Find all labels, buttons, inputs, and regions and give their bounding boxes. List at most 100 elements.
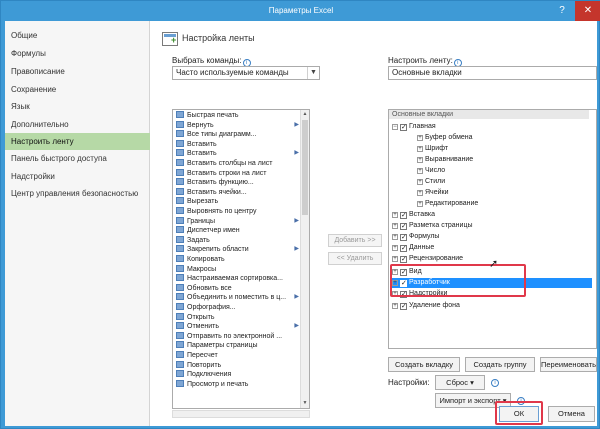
tree-node[interactable]: + ✓ Формулы: [392, 232, 592, 242]
list-item[interactable]: Открыть: [173, 312, 301, 322]
list-item[interactable]: Задать: [173, 235, 301, 245]
list-item[interactable]: Отменить ▶: [173, 322, 301, 331]
list-item[interactable]: Обновить все: [173, 283, 301, 293]
tree-node[interactable]: + ✓ Удаление фона: [392, 301, 592, 311]
chevron-down-icon[interactable]: ▼: [307, 67, 319, 79]
ok-button[interactable]: ОК: [499, 406, 539, 422]
tree-node[interactable]: + Буфер обмена: [417, 133, 592, 143]
list-item[interactable]: Просмотр и печать: [173, 379, 301, 389]
tree-node[interactable]: + Выравнивание: [417, 155, 592, 165]
list-item[interactable]: Вставить функцию...: [173, 178, 301, 187]
tree-node[interactable]: + Редактирование: [417, 199, 592, 209]
expand-icon[interactable]: +: [392, 245, 398, 251]
remove-button[interactable]: << Удалить: [328, 252, 382, 265]
tab-checkbox[interactable]: ✓: [400, 303, 407, 310]
list-item[interactable]: Параметры страницы: [173, 341, 301, 350]
nav-item[interactable]: Правописание: [5, 63, 150, 80]
list-item[interactable]: Быстрая печать: [173, 111, 301, 120]
tree-node[interactable]: + ✓ Вставка: [392, 210, 592, 220]
commands-scrollbar[interactable]: ▲ ▼: [300, 110, 309, 408]
list-item[interactable]: Выровнять по центру: [173, 207, 301, 216]
tab-checkbox[interactable]: ✓: [400, 256, 407, 263]
cancel-button[interactable]: Отмена: [548, 406, 595, 422]
customize-ribbon-panel: Настройка ленты Выбрать команды:i Часто …: [150, 21, 597, 426]
expand-icon[interactable]: +: [392, 303, 398, 309]
list-item[interactable]: Вставить ▶: [173, 149, 301, 158]
close-icon[interactable]: ✕: [575, 1, 600, 21]
list-item[interactable]: Настраиваемая сортировка...: [173, 274, 301, 283]
nav-item[interactable]: Общие: [5, 27, 150, 44]
list-item[interactable]: Вставить строки на лист: [173, 168, 301, 178]
list-item[interactable]: Вставить столбцы на лист: [173, 159, 301, 168]
expand-icon[interactable]: +: [417, 157, 423, 163]
nav-item[interactable]: Язык: [5, 98, 150, 115]
list-item[interactable]: Вставить: [173, 139, 301, 149]
tree-node[interactable]: − ✓ Главная: [392, 122, 592, 132]
list-item[interactable]: Вернуть ▶: [173, 120, 301, 130]
expand-icon[interactable]: +: [392, 212, 398, 218]
customize-ribbon-select[interactable]: Основные вкладки: [388, 66, 597, 80]
list-item[interactable]: Границы ▶: [173, 216, 301, 226]
choose-commands-select[interactable]: Часто используемые команды ▼: [172, 66, 320, 80]
settings-label: Настройки:: [388, 378, 430, 387]
list-item[interactable]: Все типы диаграмм...: [173, 130, 301, 139]
tab-checkbox[interactable]: ✓: [400, 245, 407, 252]
tab-checkbox[interactable]: ✓: [400, 223, 407, 230]
scroll-up-icon[interactable]: ▲: [301, 110, 309, 119]
collapse-icon[interactable]: −: [392, 124, 398, 130]
list-item[interactable]: Пересчет: [173, 351, 301, 360]
expand-icon[interactable]: +: [392, 223, 398, 229]
list-item[interactable]: Подключения: [173, 370, 301, 379]
list-item[interactable]: Повторить: [173, 360, 301, 370]
tree-node[interactable]: + Шрифт: [417, 144, 592, 154]
tree-node[interactable]: + Число: [417, 166, 592, 176]
scroll-down-icon[interactable]: ▼: [301, 399, 309, 408]
nav-item[interactable]: Панель быстрого доступа: [5, 150, 150, 167]
nav-item[interactable]: Надстройки: [5, 168, 150, 185]
list-item[interactable]: Орфография...: [173, 303, 301, 312]
tab-checkbox[interactable]: ✓: [400, 234, 407, 241]
ribbon-tree[interactable]: Основные вкладки − ✓ Главная + Буфер обмена +…: [388, 109, 597, 349]
list-item[interactable]: Отправить по электронной ...: [173, 331, 301, 341]
add-button[interactable]: Добавить >>: [328, 234, 382, 247]
list-item[interactable]: Вставить ячейки...: [173, 187, 301, 197]
commands-list[interactable]: Быстрая печать Вернуть ▶ Все типы диаграмм.…: [172, 109, 310, 409]
nav-item[interactable]: Центр управления безопасностью: [5, 185, 150, 202]
list-item[interactable]: Копировать: [173, 255, 301, 264]
expand-icon[interactable]: +: [417, 179, 423, 185]
tree-node[interactable]: + Стили: [417, 177, 592, 187]
list-item[interactable]: Вырезать: [173, 197, 301, 206]
nav-item[interactable]: Формулы: [5, 45, 150, 62]
new-group-button[interactable]: Создать группу: [465, 357, 535, 372]
list-item[interactable]: Диспетчер имен: [173, 226, 301, 235]
customize-ribbon-value: Основные вкладки: [392, 68, 462, 77]
nav-item[interactable]: Сохранение: [5, 81, 150, 98]
expand-icon[interactable]: +: [392, 256, 398, 262]
list-item[interactable]: Объединить и поместить в ц... ▶: [173, 293, 301, 302]
expand-icon[interactable]: +: [417, 135, 423, 141]
expand-icon[interactable]: +: [417, 190, 423, 196]
help-icon[interactable]: ?: [551, 1, 573, 21]
list-item[interactable]: Макросы: [173, 264, 301, 274]
rename-button[interactable]: Переименовать...: [540, 357, 597, 372]
nav-item[interactable]: Дополнительно: [5, 116, 150, 133]
reset-label: Сброс: [446, 378, 468, 387]
tree-node-label: Ячейки: [425, 189, 449, 196]
tree-node[interactable]: + ✓ Данные: [392, 243, 592, 253]
scroll-thumb[interactable]: [302, 120, 308, 215]
expand-icon[interactable]: +: [392, 234, 398, 240]
tree-node[interactable]: + Ячейки: [417, 188, 592, 198]
command-icon: [176, 159, 184, 166]
reset-button[interactable]: Сброс ▾: [435, 375, 485, 390]
expand-icon[interactable]: +: [417, 168, 423, 174]
expand-icon[interactable]: +: [417, 146, 423, 152]
tab-checkbox[interactable]: ✓: [400, 124, 407, 131]
command-icon: [176, 187, 184, 195]
nav-item[interactable]: Настроить ленту: [5, 133, 150, 150]
commands-hscrollbar[interactable]: [172, 410, 310, 418]
expand-icon[interactable]: +: [417, 201, 423, 207]
list-item[interactable]: Закрепить области ▶: [173, 245, 301, 254]
tab-checkbox[interactable]: ✓: [400, 212, 407, 219]
new-tab-button[interactable]: Создать вкладку: [388, 357, 460, 372]
tree-node[interactable]: + ✓ Разметка страницы: [392, 221, 592, 231]
